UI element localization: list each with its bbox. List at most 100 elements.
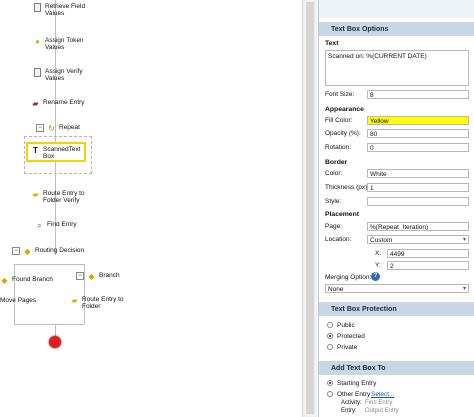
decision-icon: ◆ [24, 246, 31, 256]
page-input[interactable]: %(Repeat_Iteration) [367, 222, 469, 231]
border-color-select[interactable]: White [367, 169, 469, 178]
activity-routing-decision[interactable]: − ◆ Routing Decision [12, 247, 84, 256]
protection-public-label: Public [337, 322, 355, 329]
section-title: Text Box Protection [331, 305, 397, 313]
collapse-icon[interactable]: − [76, 272, 84, 280]
text-box-icon: T [33, 145, 38, 155]
folder-icon: ▰ [71, 295, 78, 305]
workflow-end-node[interactable] [49, 336, 61, 348]
find-icon: ⌕ [37, 220, 42, 230]
branch-label: Found Branch [12, 276, 53, 283]
page-label: Page: [325, 223, 342, 230]
starting-entry-radio[interactable] [327, 380, 333, 386]
activity-rename-entry[interactable]: ▰ Rename Entry [31, 99, 84, 108]
activity-repeat[interactable]: − ↻ Repeat [36, 124, 80, 133]
panel-top-strip [319, 0, 474, 18]
merge-connector [14, 324, 84, 325]
activity-label: Assign Token [45, 37, 84, 44]
activity-label-2: Values [45, 75, 65, 83]
activity-move-pages[interactable]: Move Pages [0, 297, 36, 304]
section-header-text-box-options[interactable]: Text Box Options [319, 22, 474, 36]
folder-icon: ▰ [32, 189, 39, 199]
rotation-value: 0 [370, 145, 374, 152]
activity-label: Repeat [59, 124, 80, 131]
style-select[interactable] [367, 197, 469, 206]
protection-private-label: Private [337, 344, 358, 351]
activity-route-entry-verify[interactable]: ▰ Route Entry to Folder Verify [31, 189, 85, 205]
text-value: Scanned on: %(CURRENT DATE) [328, 53, 427, 60]
branch-found[interactable]: ◆ Found Branch [0, 276, 53, 285]
activity-label: Retrieve Field [45, 3, 86, 10]
help-icon[interactable]: ? [371, 272, 380, 281]
workflow-canvas[interactable]: Retrieve Field Values ● Assign Token Value… [0, 0, 300, 417]
repeat-icon: ↻ [48, 123, 55, 133]
protection-public-radio[interactable] [327, 322, 333, 328]
merging-select[interactable]: None [325, 284, 469, 293]
thickness-input[interactable]: 1 [367, 183, 469, 192]
rotation-input[interactable]: 0 [367, 143, 469, 152]
left-branch-line [14, 264, 15, 324]
border-color-value: White [370, 171, 387, 178]
select-entry-link[interactable]: Select... [371, 391, 394, 398]
activity-value: Find Entry [365, 400, 393, 406]
font-size-input[interactable]: 8 [367, 90, 469, 99]
activity-label: Route Entry to [43, 190, 85, 197]
activity-label-2: Folder [82, 303, 101, 311]
protection-private-radio[interactable] [327, 344, 333, 350]
opacity-label: Opacity (%): [325, 130, 361, 137]
group-label-placement: Placement [325, 211, 360, 218]
branch-other[interactable]: − ◆ Branch [76, 272, 120, 281]
activity-find-entry[interactable]: ⌕ Find Entry [35, 220, 76, 230]
group-label-appearance: Appearance [325, 106, 364, 113]
document-icon [33, 3, 42, 12]
fill-color-label: Fill Color: [325, 117, 353, 124]
font-size-label: Font Size: [325, 91, 355, 98]
x-label: X: [375, 250, 382, 257]
location-label: Location: [325, 236, 352, 243]
thickness-label: Thickness (px): [325, 184, 370, 191]
x-input[interactable]: 4499 [387, 249, 469, 258]
section-title: Text Box Options [331, 25, 389, 33]
rotation-label: Rotation: [325, 144, 352, 151]
collapse-icon[interactable]: − [36, 124, 44, 132]
protection-protected-radio[interactable] [327, 333, 333, 339]
collapse-icon[interactable]: − [12, 247, 20, 255]
activity-label: Routing Decision [35, 247, 85, 254]
canvas-scrollbar[interactable] [302, 0, 317, 417]
activity-scanned-text-box[interactable]: T ScannedText Box [26, 142, 86, 162]
y-value: 2 [390, 263, 394, 270]
activity-retrieve-field-values[interactable]: Retrieve Field Values [33, 3, 85, 18]
group-label-border: Border [325, 159, 348, 166]
activity-route-entry-folder[interactable]: ▰ Route Entry to Folder [70, 295, 123, 311]
fill-color-select[interactable]: Yellow [367, 116, 469, 125]
section-header-add-text-box-to[interactable]: Add Text Box To [319, 361, 474, 375]
border-color-label: Color: [325, 170, 343, 177]
activity-label: Move Pages [0, 297, 37, 304]
activity-assign-verify-values[interactable]: Assign Verify Values [33, 68, 83, 83]
token-icon: ● [35, 36, 40, 46]
other-entry-label: Other Entry [337, 391, 371, 398]
merging-value: None [328, 286, 344, 293]
branch-icon: ◆ [88, 271, 95, 281]
entry-label: Entry: [341, 408, 357, 414]
activity-label: Activity: [341, 400, 362, 406]
style-label: Style: [325, 198, 342, 205]
other-entry-radio[interactable] [327, 391, 333, 397]
scrollbar-thumb[interactable] [306, 2, 314, 414]
location-select[interactable]: Custom [367, 235, 469, 244]
branch-label: Branch [99, 272, 120, 279]
opacity-input[interactable]: 80 [367, 129, 469, 138]
entry-value: Output Entry [365, 408, 399, 414]
starting-entry-label: Starting Entry [337, 380, 377, 387]
x-value: 4499 [390, 251, 405, 258]
text-input[interactable]: Scanned on: %(CURRENT DATE) [325, 50, 469, 86]
merging-label: Merging Option: [325, 274, 372, 281]
section-header-text-box-protection[interactable]: Text Box Protection [319, 302, 474, 316]
properties-panel: Text Box Options Text Scanned on: %(CURR… [318, 0, 474, 417]
activity-label: ScannedText [43, 146, 81, 153]
fill-color-value: Yellow [370, 118, 389, 125]
y-input[interactable]: 2 [387, 261, 469, 270]
location-value: Custom [370, 237, 393, 244]
activity-assign-token-values[interactable]: ● Assign Token Values [33, 36, 84, 52]
page-value: %(Repeat_Iteration) [370, 224, 429, 231]
